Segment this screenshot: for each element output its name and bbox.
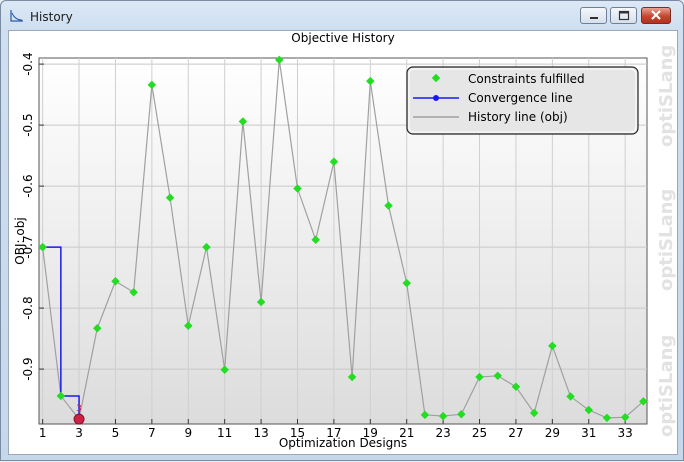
- x-tick-label: 25: [472, 426, 487, 440]
- y-tick-label: -0.6: [21, 174, 35, 197]
- legend-label: Constraints fulfilled: [468, 72, 585, 86]
- best-design-label: 3: [76, 404, 82, 414]
- x-tick-label: 27: [508, 426, 523, 440]
- legend[interactable]: Constraints fulfilled Convergence line H…: [406, 66, 639, 135]
- x-tick-label: 33: [618, 426, 633, 440]
- x-tick-label: 11: [217, 426, 232, 440]
- x-tick-label: 13: [253, 426, 268, 440]
- legend-label: History line (obj): [468, 110, 568, 124]
- y-tick-label: -0.9: [21, 357, 35, 380]
- x-tick-label: 7: [148, 426, 156, 440]
- legend-label: Convergence line: [468, 91, 573, 105]
- y-tick-label: -0.8: [21, 296, 35, 319]
- svg-text:optiSLang: optiSLang: [656, 335, 677, 437]
- history-window: History Objective History -0.4 -0.5 -0.6 -0…: [0, 0, 684, 461]
- x-axis-label: Optimization Designs: [279, 436, 407, 450]
- x-tick-label: 9: [184, 426, 192, 440]
- svg-text:optiSLang: optiSLang: [656, 45, 677, 147]
- x-tick-label: 31: [581, 426, 596, 440]
- legend-marker-dot: [433, 95, 439, 101]
- objective-history-chart[interactable]: -0.4-0.5-0.6-0.7-0.8-0.9 1 3 5 7 9 11 13 15 17 19…: [1, 1, 684, 462]
- y-tick-label: -0.5: [21, 113, 35, 136]
- watermark: optiSLang optiSLang optiSLang: [656, 45, 677, 437]
- x-tick-label: 3: [75, 426, 83, 440]
- y-axis-label: OBJ: obj: [13, 217, 27, 264]
- x-tick-label: 5: [112, 426, 120, 440]
- svg-text:optiSLang: optiSLang: [656, 189, 677, 291]
- x-tick-label: 29: [545, 426, 560, 440]
- x-tick-label: 23: [435, 426, 450, 440]
- y-tick-label: -0.4: [21, 52, 35, 75]
- x-tick-label: 1: [39, 426, 47, 440]
- best-design-marker[interactable]: [73, 413, 85, 425]
